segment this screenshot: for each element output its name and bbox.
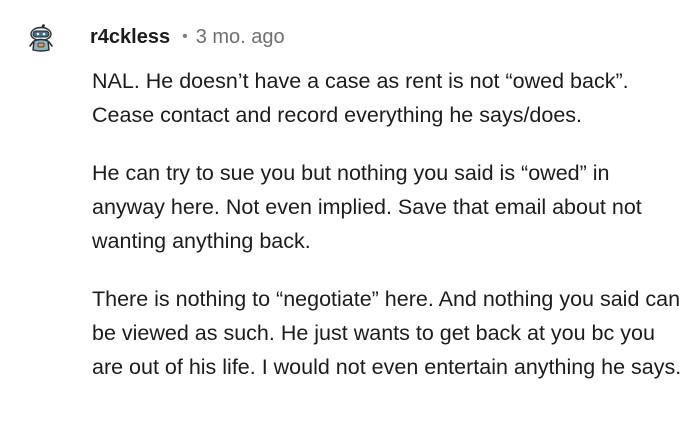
comment-timestamp[interactable]: 3 mo. ago	[196, 22, 285, 52]
username-link[interactable]: r4ckless	[90, 22, 170, 52]
comment: r4ckless • 3 mo. ago NAL. He doesn’t hav…	[0, 0, 700, 444]
comment-body: NAL. He doesn’t have a case as rent is n…	[92, 64, 682, 408]
reddit-snoo-avatar-icon	[29, 24, 53, 52]
comment-paragraph: NAL. He doesn’t have a case as rent is n…	[92, 69, 629, 127]
user-avatar[interactable]	[28, 24, 54, 52]
comment-paragraph: He can try to sue you but nothing you sa…	[92, 161, 642, 253]
comment-paragraph: There is nothing to “negotiate” here. An…	[92, 287, 682, 379]
meta-separator: •	[182, 28, 188, 45]
comment-header: r4ckless • 3 mo. ago	[90, 22, 285, 52]
